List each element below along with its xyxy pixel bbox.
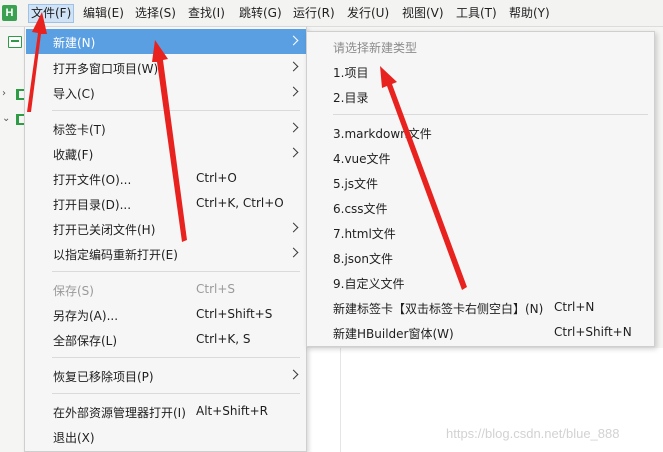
submenu-item-vue-file[interactable]: 4.vue文件 [307, 145, 654, 170]
menu-item-open-in-explorer[interactable]: 在外部资源管理器打开(I) Alt+Shift+R [26, 399, 306, 424]
watermark-text: https://blog.csdn.net/blue_888 [446, 426, 620, 441]
menu-item-favorites[interactable]: 收藏(F) [26, 141, 306, 166]
menubar: H 文件(F) 编辑(E) 选择(S) 查找(I) 跳转(G) 运行(R) 发行… [0, 0, 663, 27]
menu-item-reopen-with-encoding[interactable]: 以指定编码重新打开(E) [26, 241, 306, 266]
chevron-right-icon [288, 246, 298, 260]
chevron-right-icon [288, 368, 298, 382]
submenu-item-custom-file[interactable]: 9.自定义文件 [307, 270, 654, 295]
menu-separator [333, 114, 648, 115]
new-submenu: 请选择新建类型 1.项目 2.目录 3.markdown文件 4.vue文件 5… [306, 31, 655, 347]
menu-help[interactable]: 帮助(Y) [507, 4, 552, 23]
menu-tools[interactable]: 工具(T) [454, 4, 499, 23]
menu-view[interactable]: 视图(V) [400, 4, 446, 23]
menu-item-tab-card[interactable]: 标签卡(T) [26, 116, 306, 141]
menu-select[interactable]: 选择(S) [133, 4, 178, 23]
chevron-right-icon [288, 146, 298, 160]
menu-goto[interactable]: 跳转(G) [237, 4, 284, 23]
menu-item-new[interactable]: 新建(N) [26, 29, 306, 54]
editor-gutter-divider [340, 348, 341, 452]
menu-item-open-directory[interactable]: 打开目录(D)... Ctrl+K, Ctrl+O [26, 191, 306, 216]
submenu-item-project[interactable]: 1.项目 [307, 59, 654, 84]
menu-file[interactable]: 文件(F) [28, 4, 75, 23]
menu-item-save-all[interactable]: 全部保存(L) Ctrl+K, S [26, 327, 306, 352]
menu-separator [52, 357, 300, 358]
chevron-right-icon [288, 121, 298, 135]
chevron-right-icon [288, 34, 298, 48]
chevron-right-icon [288, 60, 298, 74]
menu-run[interactable]: 运行(R) [291, 4, 337, 23]
project-tree-row[interactable]: › [2, 88, 26, 102]
hbuilder-logo-icon: H [2, 5, 17, 21]
submenu-header: 请选择新建类型 [333, 41, 418, 55]
submenu-item-js-file[interactable]: 5.js文件 [307, 170, 654, 195]
menu-item-open-closed-file[interactable]: 打开已关闭文件(H) [26, 216, 306, 241]
menu-publish[interactable]: 发行(U) [345, 4, 391, 23]
submenu-item-html-file[interactable]: 7.html文件 [307, 220, 654, 245]
menu-separator [52, 271, 300, 272]
menu-separator [52, 110, 300, 111]
menu-item-import[interactable]: 导入(C) [26, 80, 306, 105]
chevron-down-icon[interactable]: ⌄ [2, 113, 10, 124]
chevron-right-icon[interactable]: › [2, 88, 6, 99]
menu-edit[interactable]: 编辑(E) [81, 4, 126, 23]
submenu-item-new-tab-card[interactable]: 新建标签卡【双击标签卡右侧空白】(N) Ctrl+N [307, 295, 654, 320]
submenu-item-json-file[interactable]: 8.json文件 [307, 245, 654, 270]
menu-find[interactable]: 查找(I) [186, 4, 227, 23]
menu-item-save[interactable]: 保存(S) Ctrl+S [26, 277, 306, 302]
new-file-toolbar-icon[interactable] [8, 36, 22, 48]
menu-item-open-file[interactable]: 打开文件(O)... Ctrl+O [26, 166, 306, 191]
menu-item-save-as[interactable]: 另存为(A)... Ctrl+Shift+S [26, 302, 306, 327]
submenu-item-css-file[interactable]: 6.css文件 [307, 195, 654, 220]
file-menu-dropdown: 新建(N) 打开多窗口项目(W) 导入(C) 标签卡(T) 收藏(F) 打开文件… [24, 27, 307, 452]
menu-separator [52, 393, 300, 394]
submenu-item-new-hbuilder-window[interactable]: 新建HBuilder窗体(W) Ctrl+Shift+N [307, 320, 654, 345]
submenu-item-markdown-file[interactable]: 3.markdown文件 [307, 120, 654, 145]
submenu-item-directory[interactable]: 2.目录 [307, 84, 654, 109]
menu-item-exit[interactable]: 退出(X) [26, 424, 306, 449]
chevron-right-icon [288, 221, 298, 235]
menu-item-restore-removed-project[interactable]: 恢复已移除项目(P) [26, 363, 306, 388]
menu-item-open-multi-window-project[interactable]: 打开多窗口项目(W) [26, 55, 306, 80]
project-tree-row[interactable]: ⌄ [2, 113, 26, 127]
chevron-right-icon [288, 85, 298, 99]
